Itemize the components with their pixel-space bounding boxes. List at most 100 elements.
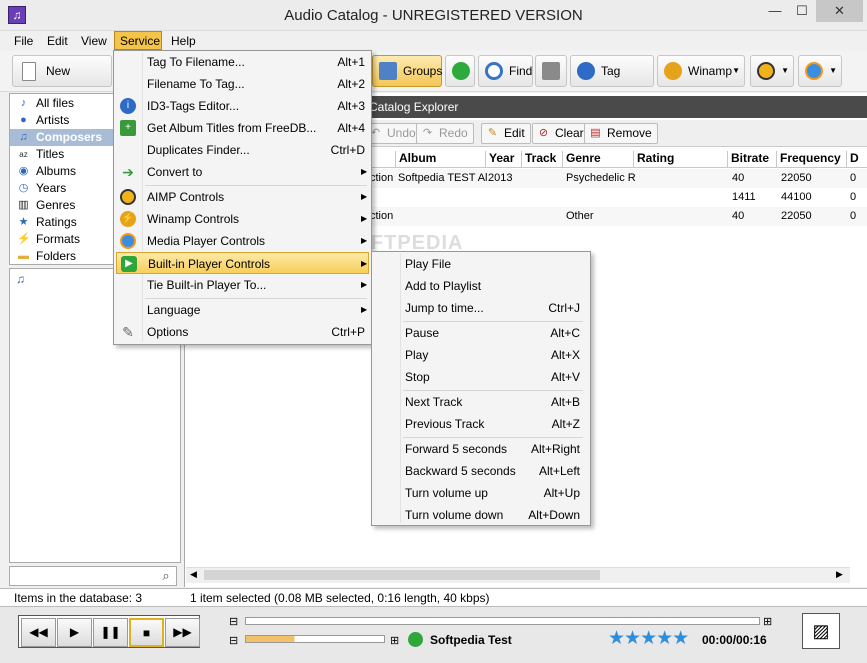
remove-icon: ▤ <box>590 127 601 139</box>
previous-track-button[interactable]: ◀◀ <box>21 618 56 647</box>
menu-jump-to-time[interactable]: Jump to time... Ctrl+J <box>374 297 588 319</box>
media-player-button[interactable]: ▼ <box>798 55 842 87</box>
seek-plus-icon[interactable]: ⊞ <box>763 615 772 628</box>
scroll-right-icon[interactable]: ▶ <box>836 569 843 580</box>
menu-forward-5-seconds[interactable]: Forward 5 seconds Alt+Right <box>374 438 588 460</box>
col-frequency[interactable]: Frequency <box>776 151 841 167</box>
seek-minus-icon[interactable]: ⊟ <box>229 615 238 628</box>
redo-button[interactable]: ↷ Redo <box>416 123 474 144</box>
music-file-icon: ♪ <box>20 97 27 109</box>
seek-slider[interactable] <box>245 617 760 625</box>
winamp-label: Winamp <box>688 64 733 78</box>
menu-duplicates-finder[interactable]: Duplicates Finder... Ctrl+D <box>116 139 369 161</box>
menu-view[interactable]: View <box>81 34 107 48</box>
tag-editor-button[interactable]: Tag Editor <box>570 55 654 108</box>
menu-media-player-controls[interactable]: Media Player Controls ▶ <box>116 230 369 252</box>
search-icon[interactable]: ⌕ <box>156 567 176 585</box>
scroll-thumb[interactable] <box>204 570 600 580</box>
menu-aimp-controls[interactable]: AIMP Controls ▶ <box>116 186 369 208</box>
menu-play[interactable]: Play Alt+X <box>374 344 588 366</box>
horizontal-scrollbar[interactable]: ◀ ▶ <box>186 567 850 583</box>
col-year[interactable]: Year <box>485 151 514 167</box>
microphone-icon: ● <box>20 114 27 126</box>
menu-backward-5-seconds[interactable]: Backward 5 seconds Alt+Left <box>374 460 588 482</box>
close-button[interactable]: ✕ <box>816 0 863 22</box>
player-icon: ▶ <box>121 256 137 272</box>
edit-button[interactable]: ✎ Edit <box>481 123 531 144</box>
minimize-button[interactable]: — <box>762 0 788 22</box>
status-bar: Items in the database: 3 1 item selected… <box>0 588 867 606</box>
submenu-arrow-icon: ▶ <box>361 214 368 223</box>
undo-button[interactable]: ↶ Undo <box>364 123 422 144</box>
col-rating[interactable]: Rating <box>633 151 674 167</box>
aimp-icon <box>120 189 136 205</box>
selection-info: 1 item selected (0.08 MB selected, 0:16 … <box>190 591 490 605</box>
menu-help[interactable]: Help <box>171 34 196 48</box>
menu-service[interactable]: Service <box>114 31 162 50</box>
maximize-button[interactable]: ☐ <box>789 0 815 22</box>
menu-stop[interactable]: Stop Alt+V <box>374 366 588 388</box>
col-album[interactable]: Album <box>395 151 436 167</box>
groups-label: Groups <box>403 64 443 78</box>
col-d[interactable]: D <box>846 151 859 167</box>
menu-volume-up[interactable]: Turn volume up Alt+Up <box>374 482 588 504</box>
menu-tag-to-filename[interactable]: Tag To Filename... Alt+1 <box>116 51 369 73</box>
col-track[interactable]: Track <box>521 151 556 167</box>
stop-button[interactable]: ■ <box>129 618 164 647</box>
magnifier-icon <box>485 62 503 80</box>
menu-options[interactable]: ✎ Options Ctrl+P <box>116 321 369 343</box>
next-track-button[interactable]: ▶▶ <box>165 618 200 647</box>
menu-volume-down[interactable]: Turn volume down Alt+Down <box>374 504 588 526</box>
menu-get-album-titles[interactable]: + Get Album Titles from FreeDB... Alt+4 <box>116 117 369 139</box>
aimp-icon <box>757 62 775 80</box>
album-icon: ◉ <box>18 165 29 177</box>
submenu-arrow-icon: ▶ <box>361 259 368 268</box>
volume-slider[interactable] <box>245 635 385 643</box>
menu-bar: File Edit View Service Help <box>0 31 867 51</box>
menu-file[interactable]: File <box>14 34 33 48</box>
menu-pause[interactable]: Pause Alt+C <box>374 322 588 344</box>
winamp-button[interactable]: Winamp ▼ <box>657 55 745 87</box>
info-icon <box>577 62 595 80</box>
play-button[interactable]: ▶ <box>57 618 92 647</box>
table-row[interactable]: ction Other 40 22050 0 <box>370 207 867 226</box>
volume-minus-icon[interactable]: ⊟ <box>229 634 238 647</box>
col-bitrate[interactable]: Bitrate <box>727 151 769 167</box>
menu-language[interactable]: Language ▶ <box>116 299 369 321</box>
pause-button[interactable]: ❚❚ <box>93 618 128 647</box>
album-art-icon[interactable]: ▨ <box>802 613 840 649</box>
search-input[interactable] <box>9 566 177 586</box>
submenu-arrow-icon: ▶ <box>361 280 368 289</box>
dropdown-arrow-icon: ▼ <box>732 66 740 75</box>
wrench-icon <box>542 62 560 80</box>
aimp-button[interactable]: ▼ <box>750 55 794 87</box>
groups-button[interactable]: Groups <box>372 55 442 87</box>
menu-next-track[interactable]: Next Track Alt+B <box>374 391 588 413</box>
new-catalog-button[interactable]: New Catalog <box>12 55 112 108</box>
menu-id3-tags-editor[interactable]: i ID3-Tags Editor... Alt+3 <box>116 95 369 117</box>
refresh-icon <box>452 62 470 80</box>
volume-plus-icon[interactable]: ⊞ <box>390 634 399 647</box>
table-row[interactable]: 1411 44100 0 <box>370 188 867 207</box>
composer-icon: ♫ <box>16 272 25 286</box>
menu-convert-to[interactable]: ➔ Convert to ▶ <box>116 161 369 183</box>
tools-button[interactable] <box>535 55 567 87</box>
menu-tie-built-in-player[interactable]: Tie Built-in Player To... ▶ <box>116 274 369 296</box>
scroll-left-icon[interactable]: ◀ <box>190 569 197 580</box>
menu-built-in-player-controls[interactable]: ▶ Built-in Player Controls ▶ <box>116 252 369 274</box>
star-icon: ★ <box>18 216 29 228</box>
menu-winamp-controls[interactable]: ⚡ Winamp Controls ▶ <box>116 208 369 230</box>
rating-stars[interactable]: ★★★★★ <box>608 627 689 650</box>
menu-edit[interactable]: Edit <box>47 34 68 48</box>
menu-play-file[interactable]: Play File <box>374 253 588 275</box>
col-genre[interactable]: Genre <box>562 151 601 167</box>
menu-previous-track[interactable]: Previous Track Alt+Z <box>374 413 588 435</box>
menu-add-to-playlist[interactable]: Add to Playlist <box>374 275 588 297</box>
play-status-icon <box>408 632 423 647</box>
table-row[interactable]: ction Softpedia TEST Al 2013 Psychedelic… <box>370 169 867 188</box>
remove-button[interactable]: ▤ Remove <box>584 123 658 144</box>
find-button[interactable]: Find <box>478 55 533 87</box>
refresh-button[interactable] <box>445 55 475 87</box>
menu-filename-to-tag[interactable]: Filename To Tag... Alt+2 <box>116 73 369 95</box>
clear-button[interactable]: ⊘ Clear <box>532 123 590 144</box>
